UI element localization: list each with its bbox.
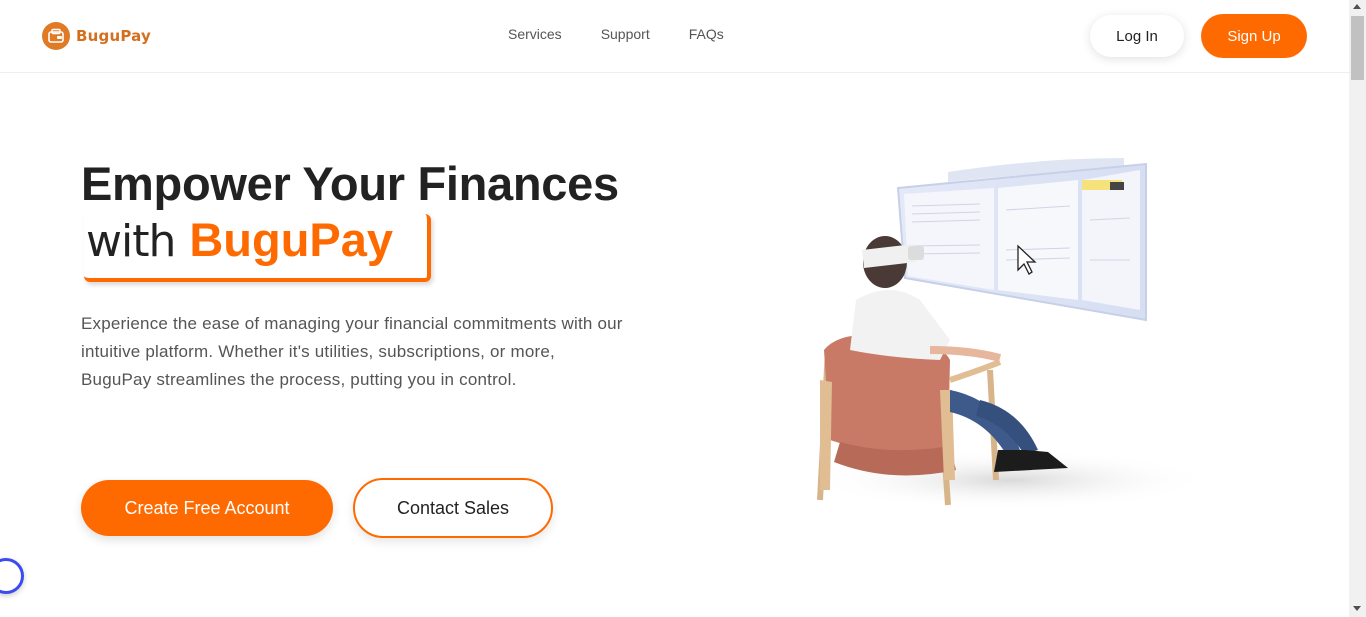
scroll-up-arrow-icon[interactable] [1353, 4, 1361, 9]
nav-support[interactable]: Support [601, 26, 650, 42]
nav-faqs[interactable]: FAQs [689, 26, 724, 42]
create-account-button[interactable]: Create Free Account [81, 480, 333, 536]
hero-description: Experience the ease of managing your fin… [81, 314, 623, 389]
hero-title-brand: BuguPay [189, 213, 394, 266]
chat-widget-icon[interactable] [0, 558, 24, 594]
contact-sales-button[interactable]: Contact Sales [353, 478, 553, 538]
wallet-icon [42, 22, 70, 50]
vertical-scrollbar[interactable] [1349, 0, 1366, 617]
scrollbar-thumb[interactable] [1351, 16, 1364, 80]
hero-title-line2: with BuguPay [86, 212, 393, 267]
hero-title-with: with [86, 216, 176, 267]
nav-services[interactable]: Services [508, 26, 562, 42]
site-header: BuguPay Services Support FAQs Log In Sig… [0, 0, 1349, 73]
signup-button[interactable]: Sign Up [1201, 14, 1307, 58]
hero-illustration [780, 150, 1210, 520]
brand-name: BuguPay [76, 27, 151, 45]
hero-title: Empower Your Finances [81, 157, 619, 210]
scroll-down-arrow-icon[interactable] [1353, 606, 1361, 611]
main-nav: Services Support FAQs [508, 26, 763, 42]
login-button[interactable]: Log In [1090, 15, 1184, 57]
brand-logo[interactable]: BuguPay [42, 22, 151, 50]
